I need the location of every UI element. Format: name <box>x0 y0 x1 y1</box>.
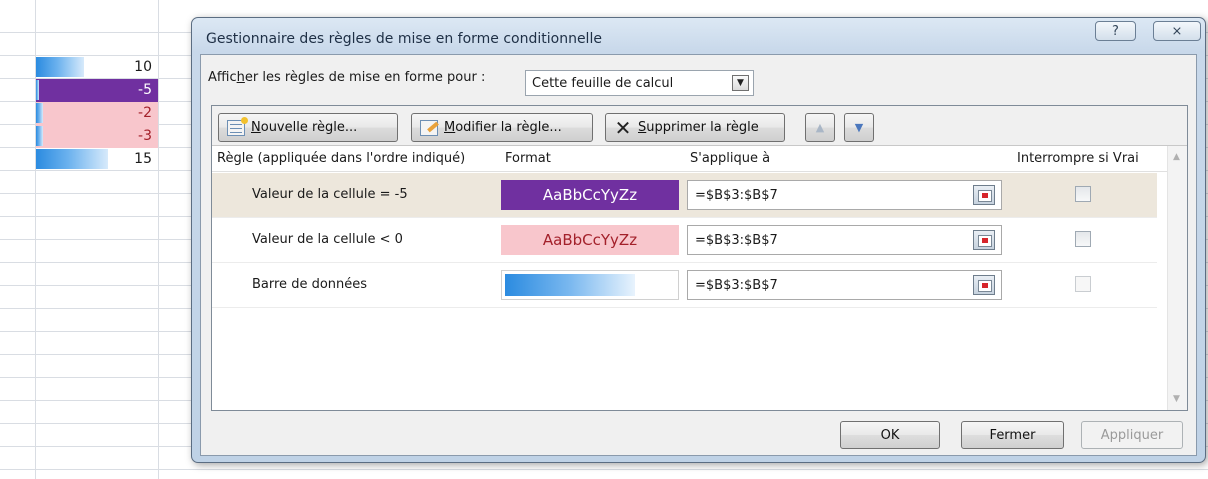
ok-button[interactable]: OK <box>840 421 940 449</box>
data-bar <box>36 80 39 100</box>
close-icon: ⨯ <box>1171 23 1183 39</box>
range-select-icon[interactable] <box>973 275 995 295</box>
data-bar <box>36 57 85 77</box>
close-window-button[interactable]: ⨯ <box>1153 21 1201 41</box>
cell-b3[interactable]: 10 <box>36 56 158 79</box>
scope-value: Cette feuille de calcul <box>532 76 674 91</box>
rules-panel: Nouvelle règle... Modifier la règle... ✕… <box>211 105 1188 411</box>
move-down-button[interactable]: ▼ <box>844 113 874 142</box>
range-select-icon[interactable] <box>973 230 995 250</box>
rule-name: Valeur de la cellule < 0 <box>252 232 403 247</box>
range-select-icon[interactable] <box>973 185 995 205</box>
rules-toolbar: Nouvelle règle... Modifier la règle... ✕… <box>212 106 1187 146</box>
rule-row[interactable]: Barre de données =$B$3:$B$7 <box>212 263 1157 308</box>
arrow-down-icon: ▼ <box>854 121 864 134</box>
rule-row[interactable]: Valeur de la cellule = -5 AaBbCcYyZz =$B… <box>212 173 1157 218</box>
title-bar[interactable]: Gestionnaire des règles de mise en forme… <box>192 18 1205 54</box>
applies-to-field[interactable]: =$B$3:$B$7 <box>687 225 1002 255</box>
data-bar <box>36 126 44 146</box>
scope-dropdown[interactable]: Cette feuille de calcul ▼ <box>525 70 754 96</box>
close-button[interactable]: Fermer <box>961 421 1064 449</box>
rules-column-header: Règle (appliquée dans l'ordre indiqué) F… <box>212 146 1187 172</box>
cell-b4[interactable]: -5 <box>36 79 158 102</box>
delete-rule-label: Supprimer la règle <box>638 120 759 135</box>
cell-value: 10 <box>134 59 152 75</box>
applies-to-field[interactable]: =$B$3:$B$7 <box>687 270 1002 300</box>
column-stop-if-true: Interrompre si Vrai <box>1017 151 1139 166</box>
conditional-formatting-dialog: Gestionnaire des règles de mise en forme… <box>191 17 1206 463</box>
cell-value: -2 <box>138 105 152 121</box>
edit-rule-icon <box>420 119 438 136</box>
applies-to-field[interactable]: =$B$3:$B$7 <box>687 180 1002 210</box>
new-rule-button[interactable]: Nouvelle règle... <box>218 113 398 142</box>
cell-value: -3 <box>138 128 152 144</box>
delete-rule-button[interactable]: ✕ Supprimer la règle <box>605 113 785 142</box>
applies-to-value: =$B$3:$B$7 <box>695 233 778 248</box>
help-icon: ? <box>1112 23 1119 39</box>
scroll-down-icon[interactable]: ▼ <box>1173 394 1180 404</box>
cell-column-b: 10 -5 -2 -3 15 <box>36 56 158 171</box>
move-up-button[interactable]: ▲ <box>805 113 835 142</box>
rules-scrollbar[interactable]: ▲ ▼ <box>1167 146 1187 410</box>
edit-rule-label: Modifier la règle... <box>444 120 562 135</box>
cell-b5[interactable]: -2 <box>36 102 158 125</box>
stop-if-true-checkbox[interactable] <box>1075 186 1091 202</box>
cell-b6[interactable]: -3 <box>36 125 158 148</box>
show-rules-label: Afficher les règles de mise en forme pou… <box>208 70 486 85</box>
format-preview: AaBbCcYyZz <box>501 180 679 210</box>
column-applies-to: S'applique à <box>690 151 771 166</box>
new-rule-icon <box>227 116 248 136</box>
rule-row[interactable]: Valeur de la cellule < 0 AaBbCcYyZz =$B$… <box>212 218 1157 263</box>
chevron-down-icon[interactable]: ▼ <box>732 75 749 91</box>
cell-value: 15 <box>134 151 152 167</box>
cell-b7[interactable]: 15 <box>36 148 158 171</box>
apply-button: Appliquer <box>1081 421 1183 449</box>
new-rule-label: Nouvelle règle... <box>251 120 358 135</box>
format-preview-databar <box>501 270 679 300</box>
stop-if-true-checkbox <box>1075 276 1091 292</box>
scroll-up-icon[interactable]: ▲ <box>1173 152 1180 162</box>
format-preview: AaBbCcYyZz <box>501 225 679 255</box>
delete-x-icon: ✕ <box>614 115 632 140</box>
data-bar-swatch <box>505 274 635 296</box>
applies-to-value: =$B$3:$B$7 <box>695 188 778 203</box>
arrow-up-icon: ▲ <box>815 121 825 134</box>
dialog-body: Afficher les règles de mise en forme pou… <box>200 54 1197 456</box>
applies-to-value: =$B$3:$B$7 <box>695 278 778 293</box>
rule-name: Valeur de la cellule = -5 <box>252 187 408 202</box>
dialog-title: Gestionnaire des règles de mise en forme… <box>206 31 602 47</box>
edit-rule-button[interactable]: Modifier la règle... <box>411 113 593 142</box>
column-rule: Règle (appliquée dans l'ordre indiqué) <box>217 151 466 166</box>
data-bar <box>36 103 44 123</box>
data-bar <box>36 149 108 169</box>
stop-if-true-checkbox[interactable] <box>1075 231 1091 247</box>
rule-name: Barre de données <box>252 277 368 292</box>
help-button[interactable]: ? <box>1095 21 1136 41</box>
cell-value: -5 <box>138 82 152 98</box>
column-format: Format <box>505 151 551 166</box>
